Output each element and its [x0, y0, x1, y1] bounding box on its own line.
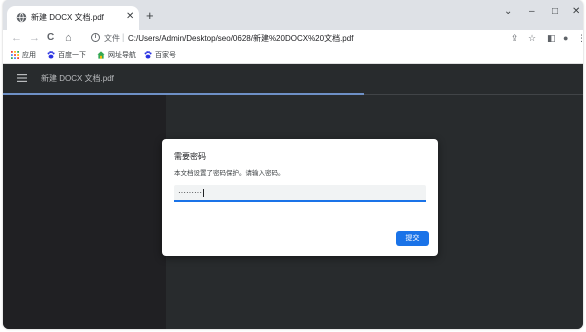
password-masked-text: ·········: [178, 188, 202, 197]
forward-button[interactable]: →: [29, 32, 40, 44]
bookmarks-bar: 应用 百度一下 网址导航 百家号: [3, 47, 583, 64]
tab-title: 新建 DOCX 文档.pdf: [31, 13, 104, 22]
bookmark-label: 百家号: [155, 52, 176, 59]
bookmark-apps[interactable]: 应用: [11, 50, 36, 60]
bookmark-label: 百度一下: [58, 52, 86, 59]
bookmark-label: 网址导航: [108, 52, 136, 59]
browser-toolbar: ← → C ⌂ i 文件 | C:/Users/Admin/Desktop/se…: [3, 30, 583, 47]
tab-search-chevron-icon[interactable]: ⌄: [504, 6, 512, 18]
baidu-paw-icon: [47, 51, 55, 59]
dialog-title: 需要密码: [174, 152, 206, 161]
back-button[interactable]: ←: [11, 32, 22, 44]
browser-window: 新建 DOCX 文档.pdf ✕ + ⌄ – □ ✕ ← → C ⌂ i 文件 …: [3, 0, 583, 329]
url-separator: |: [122, 32, 125, 42]
bookmark-nav[interactable]: 网址导航: [97, 50, 136, 60]
reload-button[interactable]: C: [47, 32, 54, 44]
baidu-paw-icon: [144, 51, 152, 59]
minimize-button[interactable]: –: [529, 6, 535, 18]
share-icon[interactable]: ⇪: [511, 33, 519, 43]
globe-icon: [16, 12, 27, 23]
submit-button[interactable]: 提交: [396, 231, 429, 246]
tab-close-icon[interactable]: ✕: [126, 10, 134, 24]
side-panel-icon[interactable]: ◧: [547, 33, 556, 43]
profile-avatar[interactable]: ●: [563, 33, 568, 43]
bookmark-star-icon[interactable]: ☆: [528, 33, 536, 43]
bookmark-baijiahao[interactable]: 百家号: [144, 50, 176, 60]
tab-strip: 新建 DOCX 文档.pdf ✕ + ⌄ – □ ✕: [3, 0, 583, 30]
bookmark-baidu[interactable]: 百度一下: [47, 50, 86, 60]
dialog-message: 本文档设置了密码保护。请输入密码。: [174, 170, 285, 177]
new-tab-button[interactable]: +: [146, 9, 154, 22]
tab-active[interactable]: 新建 DOCX 文档.pdf ✕: [7, 6, 139, 30]
password-input[interactable]: ·········: [174, 185, 426, 202]
password-value: ·········: [178, 188, 204, 198]
maximize-button[interactable]: □: [552, 6, 558, 18]
address-bar[interactable]: C:/Users/Admin/Desktop/seo/0628/新建%20DOC…: [128, 33, 353, 44]
chrome-menu-icon[interactable]: ⋮: [577, 33, 583, 43]
bookmark-label: 应用: [22, 52, 36, 59]
site-info-icon[interactable]: i: [91, 33, 100, 42]
close-window-button[interactable]: ✕: [572, 6, 580, 18]
nav-house-icon: [97, 51, 105, 59]
url-scheme-label: 文件: [104, 34, 120, 43]
home-button[interactable]: ⌂: [65, 32, 72, 44]
text-caret: [202, 188, 204, 197]
password-dialog: 需要密码 本文档设置了密码保护。请输入密码。 ········· 提交: [162, 139, 438, 256]
apps-grid-icon: [11, 51, 19, 59]
